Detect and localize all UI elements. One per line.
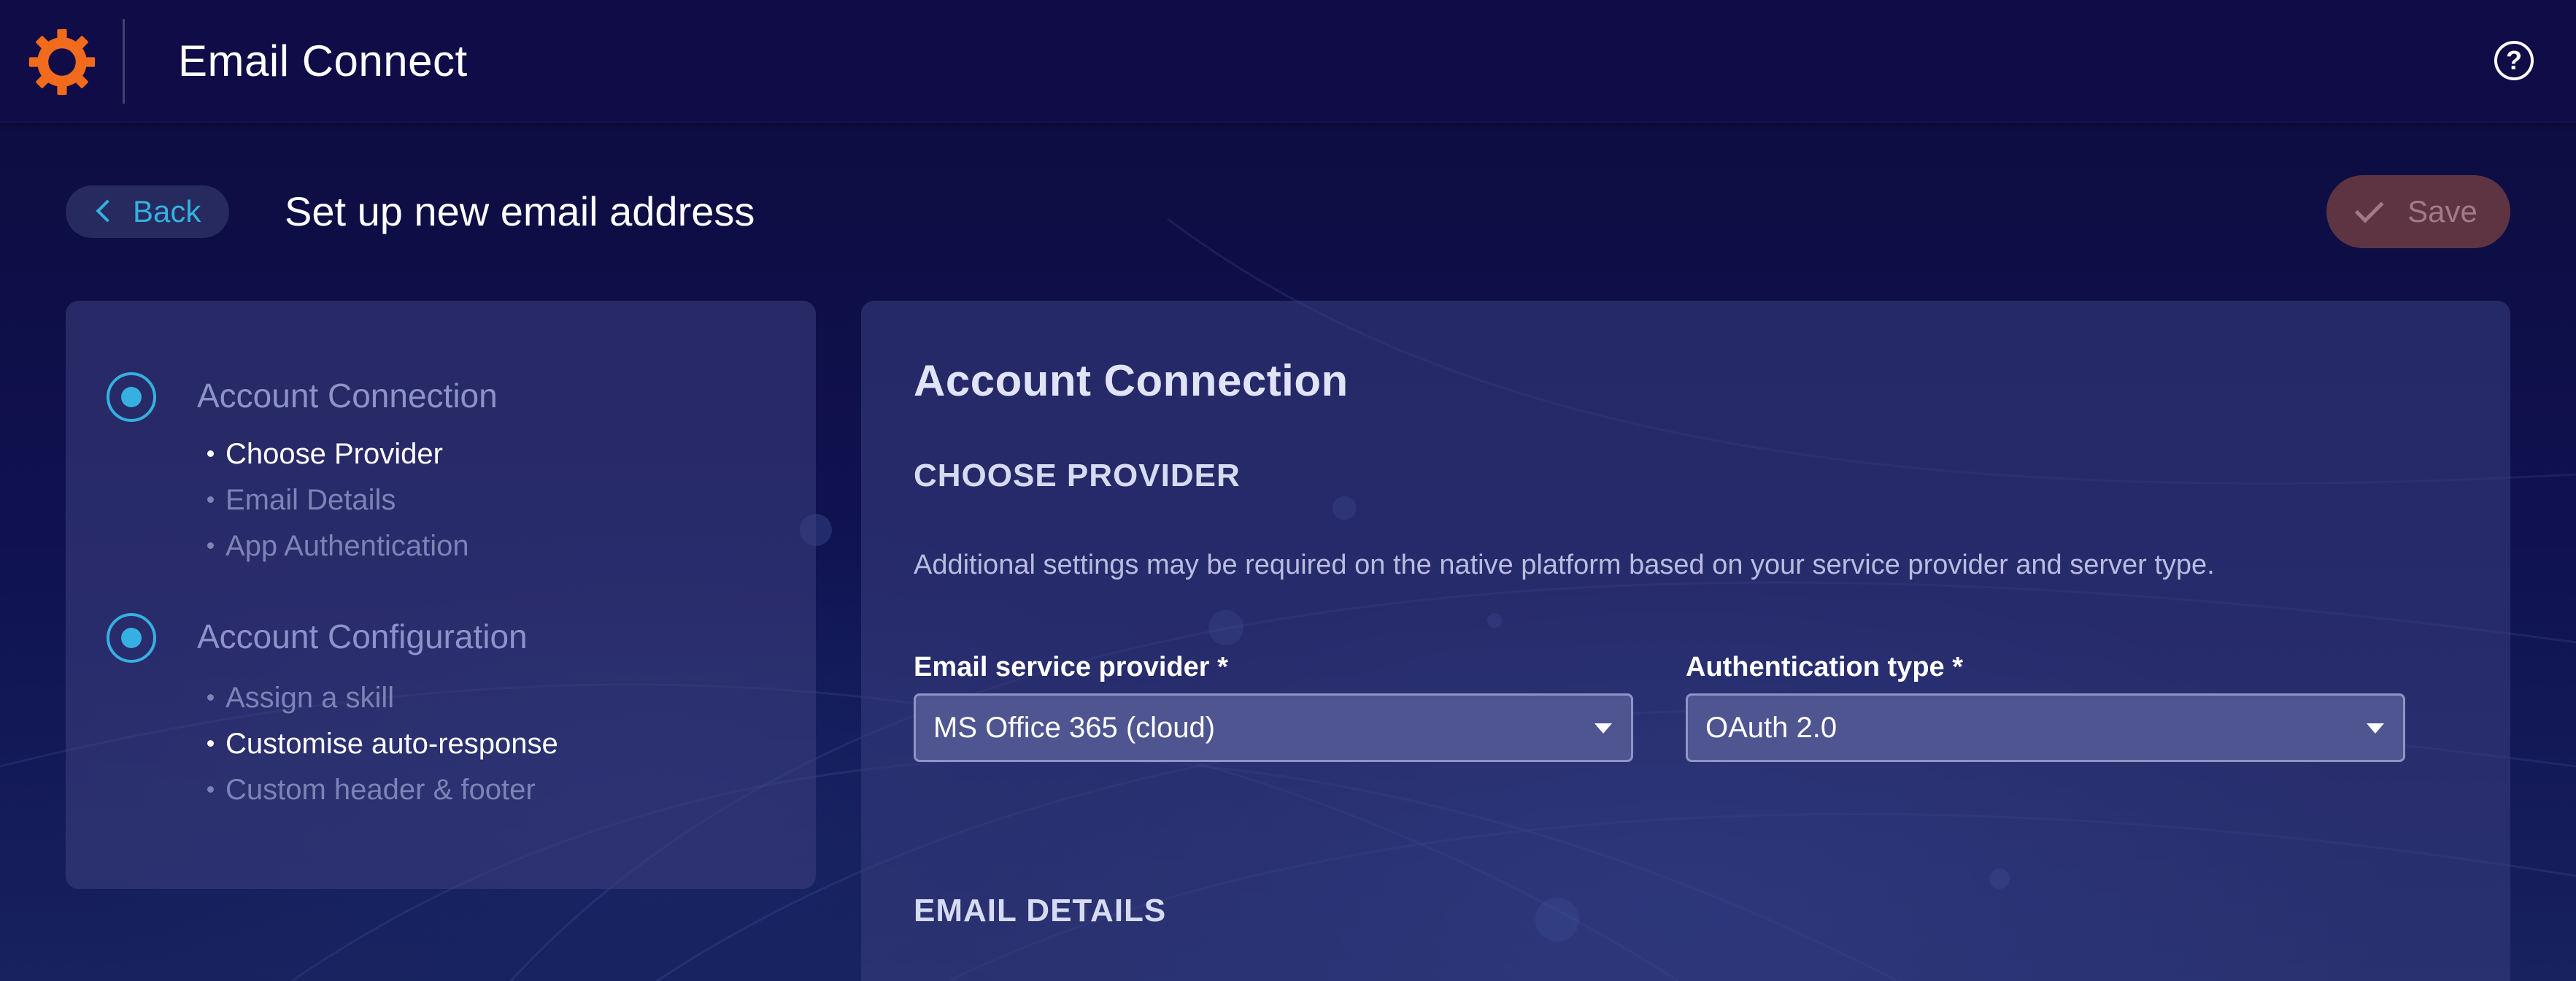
step-item-choose-provider[interactable]: Choose Provider	[207, 434, 443, 474]
checkmark-icon	[2355, 193, 2384, 223]
step-item-app-authentication[interactable]: App Authentication	[207, 526, 469, 566]
bullet-icon	[207, 542, 214, 549]
back-button-label: Back	[133, 194, 201, 228]
save-button-label: Save	[2407, 194, 2477, 228]
step-item-custom-header-footer[interactable]: Custom header & footer	[207, 769, 536, 810]
caret-down-icon	[1594, 723, 1612, 734]
app-root: Email Connect ? Back Set up new email ad…	[0, 0, 2576, 981]
bullet-icon	[207, 496, 214, 503]
provider-help-text: Additional settings may be required on t…	[914, 550, 2215, 580]
provider-label: Email service provider *	[914, 652, 1228, 682]
chevron-left-icon	[96, 199, 119, 223]
auth-type-select-value: OAuth 2.0	[1705, 711, 1837, 744]
auth-type-label: Authentication type *	[1686, 652, 1964, 682]
email-details-heading: EMAIL DETAILS	[914, 893, 1167, 928]
bullet-icon	[207, 785, 214, 793]
step-item-customise-auto-response[interactable]: Customise auto-response	[207, 723, 558, 764]
caret-down-icon	[2367, 723, 2384, 734]
step-item-email-details[interactable]: Email Details	[207, 480, 396, 520]
save-button[interactable]: Save	[2326, 175, 2510, 248]
page-title: Set up new email address	[285, 188, 755, 234]
section-heading: Account Connection	[914, 356, 1349, 405]
bullet-icon	[207, 693, 214, 701]
auth-type-select[interactable]: OAuth 2.0	[1686, 693, 2405, 762]
top-bar: Email Connect ?	[0, 0, 2576, 123]
provider-select[interactable]: MS Office 365 (cloud)	[914, 693, 1633, 762]
app-title: Email Connect	[178, 36, 468, 85]
choose-provider-heading: CHOOSE PROVIDER	[914, 458, 1241, 493]
help-button[interactable]: ?	[2494, 41, 2534, 80]
step-item-assign-skill[interactable]: Assign a skill	[207, 677, 394, 718]
bullet-icon	[207, 739, 214, 747]
setup-stepper: Account Connection Choose Provider Email…	[66, 301, 816, 889]
question-circle-icon: ?	[2506, 45, 2522, 75]
back-button[interactable]: Back	[66, 185, 229, 238]
step-indicator-icon	[107, 372, 156, 422]
topbar-divider	[123, 19, 125, 104]
step-title-account-connection[interactable]: Account Connection	[197, 374, 498, 418]
step-title-account-configuration[interactable]: Account Configuration	[197, 615, 528, 658]
provider-select-value: MS Office 365 (cloud)	[933, 711, 1216, 744]
account-connection-panel: Account Connection CHOOSE PROVIDER Addit…	[861, 301, 2510, 981]
orange-gear-logo	[28, 28, 96, 96]
bullet-icon	[207, 450, 214, 457]
step-indicator-icon	[107, 613, 156, 663]
